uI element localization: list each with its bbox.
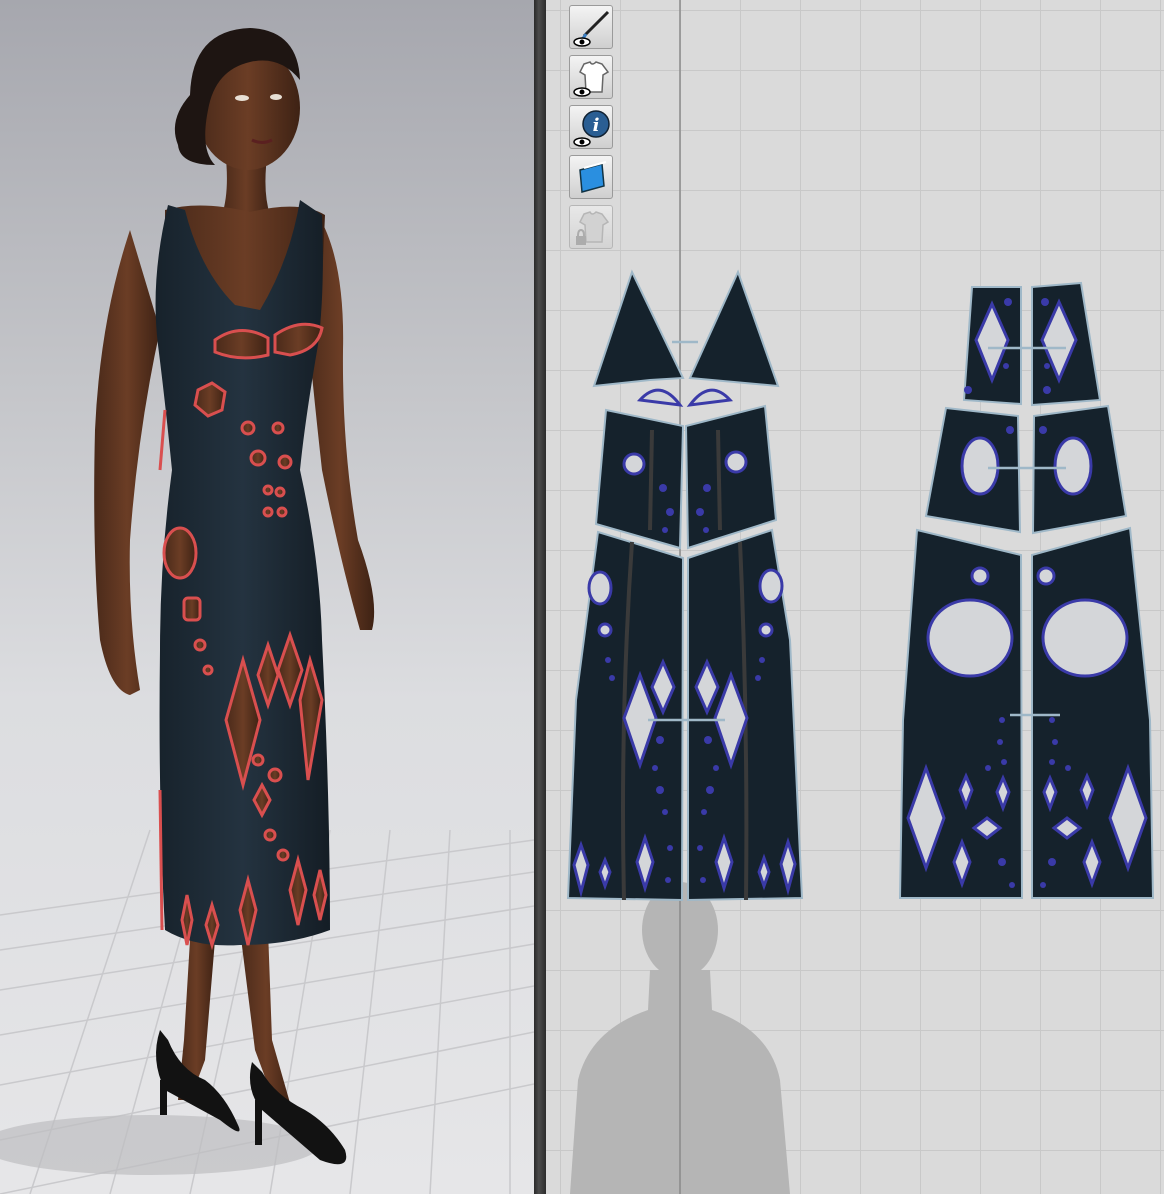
3d-scene [0, 28, 534, 1194]
3d-viewport[interactable] [0, 0, 534, 1194]
svg-text:i: i [593, 115, 600, 136]
eye-needle-icon [573, 10, 610, 47]
pattern-piece-front-bodice-right [684, 404, 778, 550]
show-info-tool-button[interactable]: i [569, 105, 613, 149]
pattern-piece-front-strap-right [688, 269, 780, 388]
locked-garment-tool-button[interactable] [569, 205, 613, 249]
pattern-piece-front-bodice-left [594, 408, 685, 550]
pattern-piece-front-strap-left [592, 269, 685, 388]
pattern-canvas [566, 0, 1155, 1194]
avatar-head [174, 28, 300, 215]
fabric-swatch-icon [579, 161, 607, 193]
locked-shirt-icon [576, 211, 610, 245]
pattern-toolbar: i [569, 5, 615, 249]
panel-divider[interactable] [534, 0, 546, 1194]
eye-shirt-icon [573, 61, 610, 97]
show-needle-tool-button[interactable] [569, 5, 613, 49]
floor-shadow [0, 1115, 320, 1175]
fabric-tool-button[interactable] [569, 155, 613, 199]
2d-pattern-viewport[interactable] [546, 0, 1164, 1194]
show-garment-tool-button[interactable] [569, 55, 613, 99]
eye-info-icon: i [573, 110, 610, 147]
